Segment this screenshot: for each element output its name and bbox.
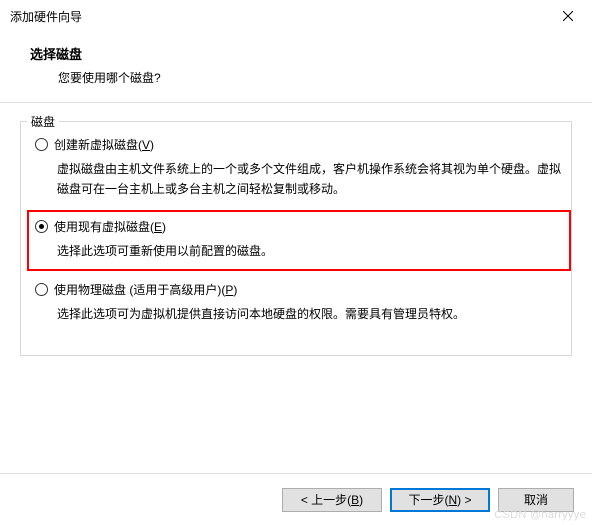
content-area: 磁盘 创建新虚拟磁盘(V) 虚拟磁盘由主机文件系统上的一个或多个文件组成，客户机… xyxy=(0,103,592,356)
next-button[interactable]: 下一步(N) > xyxy=(390,488,490,512)
close-button[interactable] xyxy=(546,1,590,31)
option-label: 创建新虚拟磁盘(V) xyxy=(54,136,154,153)
option-use-physical-disk: 使用物理磁盘 (适用于高级用户)(P) 选择此选项可为虚拟机提供直接访问本地硬盘… xyxy=(31,281,561,324)
option-description: 选择此选项可重新使用以前配置的磁盘。 xyxy=(57,241,561,261)
option-description: 选择此选项可为虚拟机提供直接访问本地硬盘的权限。需要具有管理员特权。 xyxy=(57,304,561,324)
wizard-header: 选择磁盘 您要使用哪个磁盘? xyxy=(0,32,592,103)
option-description: 虚拟磁盘由主机文件系统上的一个或多个文件组成，客户机操作系统会将其视为单个硬盘。… xyxy=(57,159,561,200)
group-label: 磁盘 xyxy=(27,113,59,130)
radio-create-new-disk[interactable]: 创建新虚拟磁盘(V) xyxy=(35,136,561,153)
disk-group: 磁盘 创建新虚拟磁盘(V) 虚拟磁盘由主机文件系统上的一个或多个文件组成，客户机… xyxy=(20,121,572,356)
cancel-button[interactable]: 取消 xyxy=(498,488,574,512)
titlebar: 添加硬件向导 xyxy=(0,0,592,32)
wizard-footer: < 上一步(B) 下一步(N) > 取消 xyxy=(0,473,592,525)
option-use-existing-disk: 使用现有虚拟磁盘(E) 选择此选项可重新使用以前配置的磁盘。 xyxy=(31,218,561,261)
option-create-new-disk: 创建新虚拟磁盘(V) 虚拟磁盘由主机文件系统上的一个或多个文件组成，客户机操作系… xyxy=(31,136,561,200)
window-title: 添加硬件向导 xyxy=(10,8,82,25)
page-subheading: 您要使用哪个磁盘? xyxy=(0,69,592,86)
radio-icon xyxy=(35,283,48,296)
radio-icon xyxy=(35,138,48,151)
option-label: 使用现有虚拟磁盘(E) xyxy=(54,218,166,235)
radio-use-physical-disk[interactable]: 使用物理磁盘 (适用于高级用户)(P) xyxy=(35,281,561,298)
highlight-box: 使用现有虚拟磁盘(E) 选择此选项可重新使用以前配置的磁盘。 xyxy=(27,210,571,271)
close-icon xyxy=(563,11,573,21)
radio-icon xyxy=(35,220,48,233)
option-label: 使用物理磁盘 (适用于高级用户)(P) xyxy=(54,281,237,298)
radio-use-existing-disk[interactable]: 使用现有虚拟磁盘(E) xyxy=(35,218,561,235)
page-heading: 选择磁盘 xyxy=(0,44,592,63)
back-button[interactable]: < 上一步(B) xyxy=(282,488,382,512)
